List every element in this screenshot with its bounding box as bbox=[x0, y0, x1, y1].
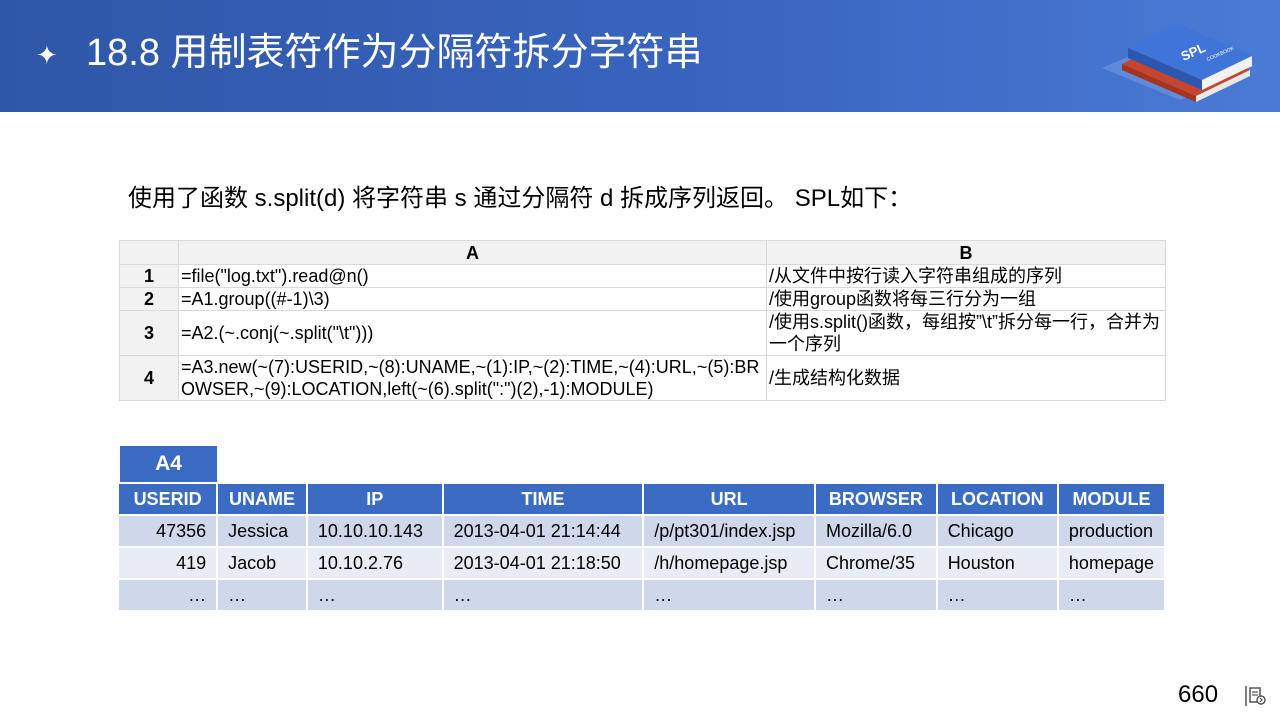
code-cell-b[interactable]: /生成结构化数据 bbox=[766, 355, 1166, 401]
col-header-url[interactable]: URL bbox=[643, 484, 817, 515]
slide-navigation-icon[interactable] bbox=[1245, 686, 1267, 706]
corner-cell bbox=[119, 240, 179, 265]
cell-browser[interactable]: … bbox=[815, 578, 938, 610]
code-cell-b[interactable]: /使用s.split()函数，每组按”\t”拆分每一行，合并为一个序列 bbox=[766, 310, 1166, 356]
row-number[interactable]: 1 bbox=[119, 264, 179, 288]
intro-text: 使用了函数 s.split(d) 将字符串 s 通过分隔符 d 拆成序列返回。 … bbox=[128, 185, 913, 212]
col-header-ip[interactable]: IP bbox=[306, 484, 444, 515]
cell-uname[interactable]: Jessica bbox=[217, 514, 308, 547]
code-row: 1 =file("log.txt").read@n() /从文件中按行读入字符串… bbox=[119, 264, 1166, 288]
col-header-module[interactable]: MODULE bbox=[1057, 484, 1167, 515]
col-header-uname[interactable]: UNAME bbox=[217, 484, 308, 515]
code-header-row: A B bbox=[119, 240, 1166, 265]
spl-cookbook-logo-icon: SPL COOKBOOK bbox=[1102, 24, 1254, 102]
row-number[interactable]: 2 bbox=[119, 287, 179, 311]
star-icon: ✦ bbox=[36, 40, 58, 70]
cell-location[interactable]: Chicago bbox=[936, 514, 1059, 547]
cell-uname[interactable]: … bbox=[217, 578, 308, 610]
table-row: … … … … … … … … bbox=[119, 578, 1167, 610]
col-header-location[interactable]: LOCATION bbox=[936, 484, 1059, 515]
cell-location[interactable]: Houston bbox=[936, 546, 1059, 579]
code-cell-a[interactable]: =A2.(~.conj(~.split("\t"))) bbox=[178, 310, 767, 356]
col-header-b[interactable]: B bbox=[766, 240, 1166, 265]
cell-time[interactable]: … bbox=[442, 578, 645, 610]
cell-browser[interactable]: Chrome/35 bbox=[815, 546, 938, 579]
cell-time[interactable]: 2013-04-01 21:14:44 bbox=[442, 514, 645, 547]
cell-module[interactable]: production bbox=[1057, 514, 1167, 547]
cell-userid[interactable]: … bbox=[119, 578, 219, 610]
slide-title: 18.8 用制表符作为分隔符拆分字符串 bbox=[86, 32, 703, 74]
col-header-a[interactable]: A bbox=[178, 240, 767, 265]
code-row: 3 =A2.(~.conj(~.split("\t"))) /使用s.split… bbox=[119, 310, 1166, 356]
cell-ip[interactable]: … bbox=[306, 578, 444, 610]
cell-userid[interactable]: 419 bbox=[119, 546, 219, 579]
cell-ip[interactable]: 10.10.2.76 bbox=[306, 546, 444, 579]
table-row: 419 Jacob 10.10.2.76 2013-04-01 21:18:50… bbox=[119, 546, 1167, 579]
title-banner: ✦ 18.8 用制表符作为分隔符拆分字符串 SPL COOKBOOK bbox=[0, 0, 1280, 112]
code-row: 4 =A3.new(~(7):USERID,~(8):UNAME,~(1):IP… bbox=[119, 355, 1166, 401]
cell-location[interactable]: … bbox=[936, 578, 1059, 610]
cell-browser[interactable]: Mozilla/6.0 bbox=[815, 514, 938, 547]
table-row: 47356 Jessica 10.10.10.143 2013-04-01 21… bbox=[119, 514, 1167, 547]
row-number[interactable]: 3 bbox=[119, 310, 179, 356]
cell-uname[interactable]: Jacob bbox=[217, 546, 308, 579]
code-cell-a[interactable]: =A1.group((#-1)\3) bbox=[178, 287, 767, 311]
col-header-time[interactable]: TIME bbox=[442, 484, 645, 515]
code-cell-b[interactable]: /使用group函数将每三行分为一组 bbox=[766, 287, 1166, 311]
col-header-browser[interactable]: BROWSER bbox=[815, 484, 938, 515]
page-number: 660 bbox=[1178, 681, 1219, 708]
result-tab-a4[interactable]: A4 bbox=[120, 446, 217, 482]
col-header-userid[interactable]: USERID bbox=[119, 484, 219, 515]
cell-url[interactable]: … bbox=[643, 578, 817, 610]
cell-module[interactable]: … bbox=[1057, 578, 1167, 610]
code-cell-a[interactable]: =file("log.txt").read@n() bbox=[178, 264, 767, 288]
code-cell-b[interactable]: /从文件中按行读入字符串组成的序列 bbox=[766, 264, 1166, 288]
code-grid: A B 1 =file("log.txt").read@n() /从文件中按行读… bbox=[119, 240, 1166, 401]
cell-userid[interactable]: 47356 bbox=[119, 514, 219, 547]
row-number[interactable]: 4 bbox=[119, 355, 179, 401]
cell-url[interactable]: /p/pt301/index.jsp bbox=[643, 514, 817, 547]
code-row: 2 =A1.group((#-1)\3) /使用group函数将每三行分为一组 bbox=[119, 287, 1166, 311]
cell-module[interactable]: homepage bbox=[1057, 546, 1167, 579]
result-header-row: USERID UNAME IP TIME URL BROWSER LOCATIO… bbox=[119, 484, 1167, 515]
cell-url[interactable]: /h/homepage.jsp bbox=[643, 546, 817, 579]
cell-time[interactable]: 2013-04-01 21:18:50 bbox=[442, 546, 645, 579]
cell-ip[interactable]: 10.10.10.143 bbox=[306, 514, 444, 547]
result-table: USERID UNAME IP TIME URL BROWSER LOCATIO… bbox=[119, 484, 1167, 610]
code-cell-a[interactable]: =A3.new(~(7):USERID,~(8):UNAME,~(1):IP,~… bbox=[178, 355, 767, 401]
